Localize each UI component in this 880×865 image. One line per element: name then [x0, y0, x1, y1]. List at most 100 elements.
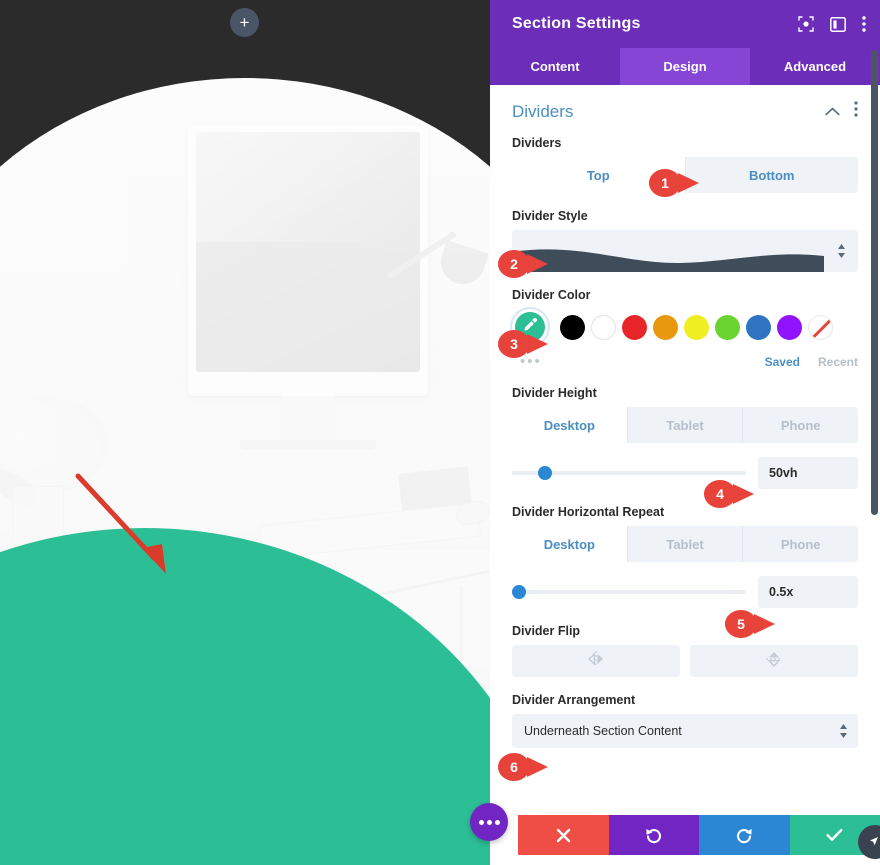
focus-icon[interactable]: [798, 16, 814, 32]
flip-vertical-button[interactable]: [690, 645, 858, 677]
breakpoint-phone[interactable]: Phone: [743, 526, 858, 562]
field-divider-flip-label: Divider Flip: [512, 624, 581, 638]
divi-builder-screen: + Section Settings Content Design Advanc…: [0, 0, 880, 865]
color-swatch-blue[interactable]: [746, 314, 771, 340]
saved-colors-tab[interactable]: Saved: [765, 355, 800, 369]
panel-action-bar: [518, 815, 880, 855]
redo-icon: [736, 828, 752, 843]
divider-height-breakpoints: Desktop Tablet Phone: [512, 407, 858, 443]
divider-height-slider-knob[interactable]: [537, 466, 552, 480]
color-swatch-orange[interactable]: [653, 314, 678, 340]
panel-tabbar: Content Design Advanced: [490, 48, 880, 85]
add-section-button[interactable]: +: [230, 8, 259, 37]
divider-repeat-value[interactable]: 0.5x: [758, 576, 858, 608]
callout-6-number: 6: [510, 759, 518, 775]
recent-colors-tab[interactable]: Recent: [818, 355, 858, 369]
divider-flip-buttons: [512, 645, 858, 677]
flip-vertical-icon: [766, 649, 782, 674]
close-icon: [556, 828, 570, 842]
color-more-options-button[interactable]: •••: [512, 353, 765, 370]
layout-toggle-icon[interactable]: [830, 16, 846, 32]
color-swatch-yellow[interactable]: [684, 314, 709, 340]
dividers-segmented-control: Top Bottom: [512, 157, 858, 193]
redo-button[interactable]: [699, 815, 790, 855]
cursor-arrow-icon: [870, 837, 878, 846]
page-preview-canvas: +: [0, 0, 490, 865]
undo-icon: [646, 828, 662, 843]
dividers-toggle-header[interactable]: Dividers: [512, 85, 858, 136]
callout-5-number: 5: [737, 616, 745, 632]
divider-color-footer: ••• Saved Recent: [512, 353, 858, 370]
field-divider-horizontal-repeat-label: Divider Horizontal Repeat: [512, 505, 665, 519]
field-divider-color: Divider Color ••• Saved Recent: [512, 288, 858, 370]
color-swatch-transparent[interactable]: [808, 314, 833, 340]
dividers-toggle-actions: [825, 101, 858, 122]
tab-advanced[interactable]: Advanced: [750, 48, 880, 85]
field-divider-flip: Divider Flip: [512, 624, 858, 677]
panel-header-icons: [798, 16, 866, 32]
color-swatch-white[interactable]: [591, 314, 616, 340]
ellipsis-icon-dot-3: [494, 819, 500, 825]
divider-arrangement-value: Underneath Section Content: [524, 724, 682, 738]
breakpoint-desktop[interactable]: Desktop: [512, 526, 628, 562]
divider-repeat-slider-row: 0.5x: [512, 576, 858, 608]
divider-repeat-slider-knob[interactable]: [512, 585, 526, 599]
breakpoint-tablet[interactable]: Tablet: [628, 526, 744, 562]
divider-arrangement-select[interactable]: Underneath Section Content: [512, 714, 858, 748]
chevron-up-icon[interactable]: [825, 103, 840, 121]
divider-repeat-slider[interactable]: [512, 585, 746, 599]
divider-height-value[interactable]: 50vh: [758, 457, 858, 489]
color-swatch-red[interactable]: [622, 314, 647, 340]
select-caret-icon: [824, 243, 858, 259]
photo-monitor-stand: [282, 396, 334, 444]
tab-content[interactable]: Content: [490, 48, 620, 85]
section-settings-panel: Section Settings Content Design Advanced…: [490, 0, 880, 865]
color-swatch-black[interactable]: [560, 314, 585, 340]
field-dividers-label: Dividers: [512, 136, 562, 150]
field-divider-style-label: Divider Style: [512, 209, 588, 223]
callout-4-number: 4: [716, 486, 724, 502]
breakpoint-desktop[interactable]: Desktop: [512, 407, 628, 443]
field-divider-horizontal-repeat: Divider Horizontal Repeat Desktop Tablet…: [512, 505, 858, 608]
divider-style-preview: [512, 230, 824, 272]
divider-style-select[interactable]: [512, 230, 858, 272]
ellipsis-icon-dot-2: [486, 819, 492, 825]
breakpoint-phone[interactable]: Phone: [743, 407, 858, 443]
panel-scrollbar[interactable]: [871, 50, 878, 515]
field-divider-arrangement-label: Divider Arrangement: [512, 693, 636, 707]
photo-screen-glare: [196, 132, 420, 242]
color-swatch-purple[interactable]: [777, 314, 802, 340]
field-divider-style: Divider Style: [512, 209, 858, 272]
divider-height-slider[interactable]: [512, 466, 746, 480]
select-caret-icon: [839, 723, 848, 739]
callout-3-number: 3: [510, 336, 518, 352]
panel-header: Section Settings: [490, 0, 880, 48]
tab-design[interactable]: Design: [620, 48, 750, 85]
field-divider-height-label: Divider Height: [512, 386, 597, 400]
more-vertical-icon[interactable]: [854, 101, 858, 122]
flip-horizontal-button[interactable]: [512, 645, 680, 677]
annotation-arrow: [75, 473, 166, 574]
photo-monitor-stand-base: [240, 440, 376, 450]
cancel-button[interactable]: [518, 815, 609, 855]
flip-horizontal-icon: [586, 650, 606, 672]
field-divider-arrangement: Divider Arrangement Underneath Section C…: [512, 693, 858, 748]
callout-2-number: 2: [510, 256, 518, 272]
check-icon: [826, 829, 843, 841]
undo-button[interactable]: [608, 815, 699, 855]
divider-height-slider-row: 50vh: [512, 457, 858, 489]
panel-title: Section Settings: [512, 15, 641, 32]
panel-body: Dividers Dividers Top Bottom Divider Sty…: [490, 85, 880, 807]
field-dividers: Dividers Top Bottom: [512, 136, 858, 193]
field-divider-color-label: Divider Color: [512, 288, 591, 302]
divider-repeat-breakpoints: Desktop Tablet Phone: [512, 526, 858, 562]
plus-icon: +: [239, 13, 250, 32]
preview-floating-menu-button[interactable]: [470, 803, 508, 841]
more-vertical-icon[interactable]: [862, 16, 866, 32]
color-swatch-green[interactable]: [715, 314, 740, 340]
dividers-toggle-title: Dividers: [512, 101, 574, 121]
divider-color-swatches: [512, 309, 858, 345]
ellipsis-icon-dot-1: [478, 819, 484, 825]
breakpoint-tablet[interactable]: Tablet: [628, 407, 744, 443]
dividers-option-bottom[interactable]: Bottom: [686, 157, 859, 193]
